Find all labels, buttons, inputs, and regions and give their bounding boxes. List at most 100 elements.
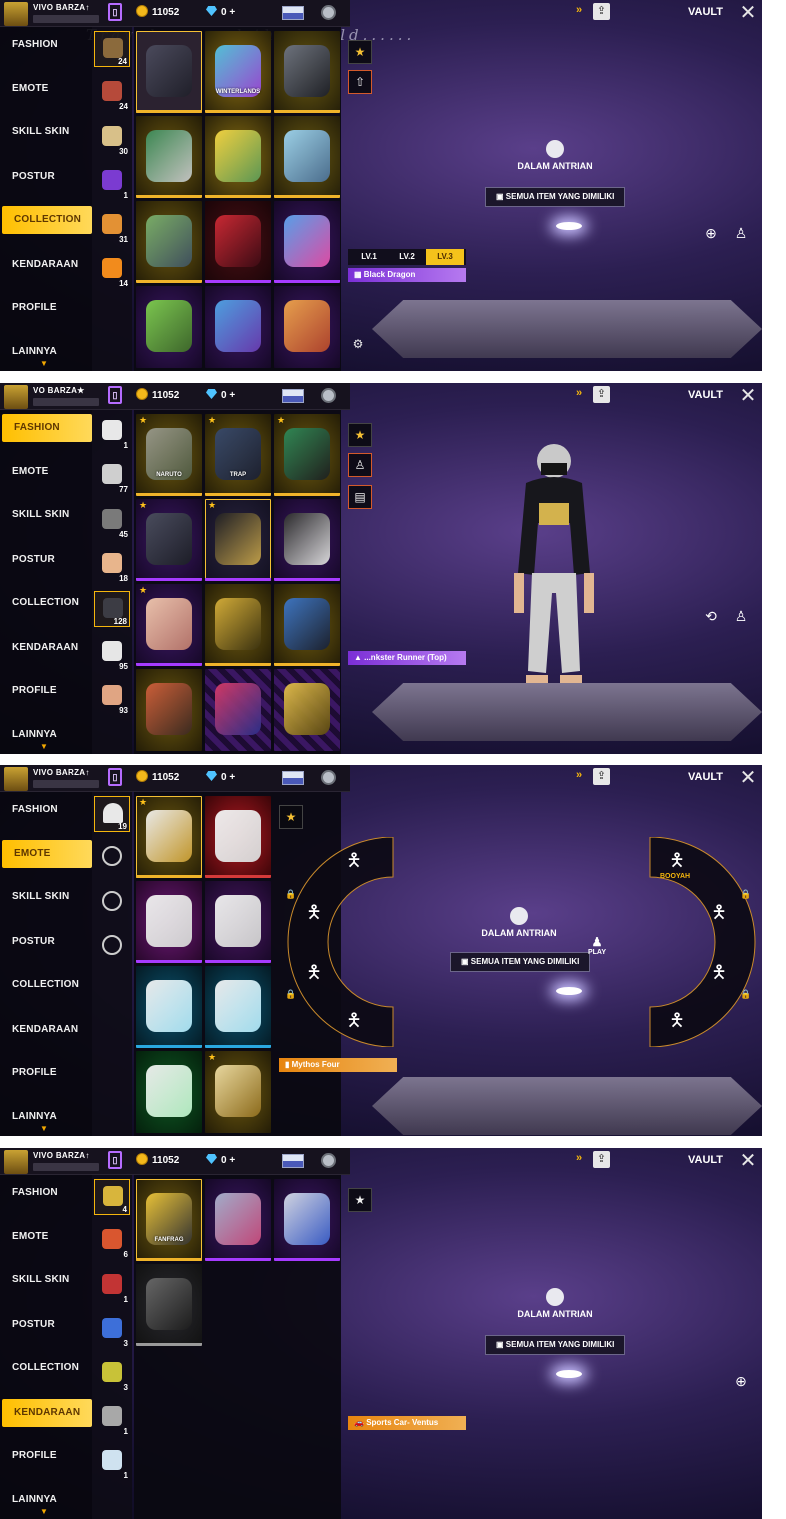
diamond-balance[interactable]: 0 + xyxy=(206,387,252,405)
character-view-icon[interactable]: ♙ xyxy=(730,222,752,244)
item-cell[interactable]: FANFRAG xyxy=(136,1179,202,1261)
fast-forward-icon[interactable]: » xyxy=(576,4,582,16)
subcategory-item[interactable]: 6 xyxy=(94,1223,130,1259)
chevron-down-icon[interactable]: ▼ xyxy=(40,742,48,751)
player-avatar[interactable] xyxy=(4,2,28,26)
flag-icon[interactable] xyxy=(282,771,304,785)
item-cell[interactable] xyxy=(205,584,271,666)
item-cell[interactable] xyxy=(274,31,340,113)
subcategory-item[interactable]: 1 xyxy=(94,414,130,450)
globe-icon[interactable] xyxy=(321,5,336,20)
nav-profile[interactable]: PROFILE xyxy=(0,677,92,705)
item-cell[interactable] xyxy=(274,1179,340,1261)
item-cell[interactable]: ★ xyxy=(136,796,202,878)
nav-fashion[interactable]: FASHION xyxy=(0,796,92,824)
nav-emote[interactable]: EMOTE xyxy=(0,1223,92,1251)
card-icon[interactable]: ▤ xyxy=(348,485,372,509)
settings-gear-icon[interactable]: ⚙ xyxy=(346,333,370,357)
wheel-slot[interactable]: 🯅 xyxy=(704,897,734,927)
close-icon[interactable]: ✕ xyxy=(736,1150,760,1174)
subcategory-item[interactable]: 45 xyxy=(94,503,130,539)
item-cell[interactable]: ★ xyxy=(274,414,340,496)
owned-items-filter[interactable]: ▣ SEMUA ITEM YANG DIMILIKI xyxy=(485,187,626,207)
subcategory-item[interactable]: 1 xyxy=(94,1268,130,1304)
diamond-balance[interactable]: 0 + xyxy=(206,769,252,787)
rotate-icon[interactable]: ⟲ xyxy=(700,605,722,627)
favorite-star-icon[interactable]: ★ xyxy=(348,423,372,447)
subcategory-item[interactable]: 1 xyxy=(94,1444,130,1480)
nav-skill-skin[interactable]: SKILL SKIN xyxy=(0,883,92,911)
upload-icon[interactable]: ⇧ xyxy=(348,70,372,94)
nav-collection[interactable]: COLLECTION xyxy=(0,1354,92,1382)
item-cell[interactable] xyxy=(205,796,271,878)
subcategory-item[interactable]: 3 xyxy=(94,1312,130,1348)
level-1-tab[interactable]: LV.1 xyxy=(350,249,388,265)
share-icon[interactable]: ⇪ xyxy=(593,1151,610,1168)
item-cell[interactable]: ★ xyxy=(205,499,271,581)
nav-emote[interactable]: EMOTE xyxy=(2,840,92,868)
elite-pass-icon[interactable]: ▯ xyxy=(108,3,122,21)
item-cell[interactable]: ★ xyxy=(136,584,202,666)
item-cell[interactable] xyxy=(136,116,202,198)
fast-forward-icon[interactable]: » xyxy=(576,769,582,781)
wheel-slot[interactable]: 🯅 xyxy=(339,845,369,875)
nav-kendaraan[interactable]: KENDARAAN xyxy=(0,251,92,279)
chevron-down-icon[interactable]: ▼ xyxy=(40,359,48,368)
level-3-tab[interactable]: LV.3 xyxy=(426,249,464,265)
nav-kendaraan[interactable]: KENDARAAN xyxy=(2,1399,92,1427)
diamond-balance[interactable]: 0 + xyxy=(206,4,252,22)
share-icon[interactable]: ⇪ xyxy=(593,768,610,785)
subcategory-item[interactable]: 1 xyxy=(94,164,130,200)
item-cell[interactable] xyxy=(205,966,271,1048)
subcategory-item[interactable] xyxy=(94,929,130,965)
gold-balance[interactable]: 11052 xyxy=(136,1152,206,1170)
wheel-slot[interactable]: 🯅 xyxy=(662,1005,692,1035)
item-cell[interactable] xyxy=(274,286,340,368)
share-icon[interactable]: ⇪ xyxy=(593,3,610,20)
subcategory-item[interactable]: 128 xyxy=(94,591,130,627)
nav-kendaraan[interactable]: KENDARAAN xyxy=(0,634,92,662)
subcategory-item[interactable]: 3 xyxy=(94,1356,130,1392)
nav-profile[interactable]: PROFILE xyxy=(0,1442,92,1470)
close-icon[interactable]: ✕ xyxy=(736,385,760,409)
nav-fashion[interactable]: FASHION xyxy=(0,1179,92,1207)
item-cell[interactable] xyxy=(136,881,202,963)
globe-icon[interactable] xyxy=(321,770,336,785)
item-cell[interactable]: ★ ТRAP xyxy=(205,414,271,496)
nav-fashion[interactable]: FASHION xyxy=(0,31,92,59)
item-cell[interactable] xyxy=(205,201,271,283)
nav-profile[interactable]: PROFILE xyxy=(0,1059,92,1087)
nav-collection[interactable]: COLLECTION xyxy=(2,206,92,234)
close-icon[interactable]: ✕ xyxy=(736,767,760,791)
fast-forward-icon[interactable]: » xyxy=(576,1152,582,1164)
nav-postur[interactable]: POSTUR xyxy=(0,163,92,191)
item-cell[interactable] xyxy=(274,669,340,751)
favorite-star-icon[interactable]: ★ xyxy=(348,40,372,64)
item-cell[interactable] xyxy=(136,1051,202,1133)
player-avatar[interactable] xyxy=(4,1150,28,1174)
nav-skill-skin[interactable]: SKILL SKIN xyxy=(0,118,92,146)
nav-profile[interactable]: PROFILE xyxy=(0,294,92,322)
player-avatar[interactable] xyxy=(4,385,28,409)
item-cell[interactable] xyxy=(205,669,271,751)
item-cell[interactable]: ★ xyxy=(136,499,202,581)
wheel-slot[interactable]: 🯅 xyxy=(339,1005,369,1035)
chevron-down-icon[interactable]: ▼ xyxy=(40,1124,48,1133)
nav-collection[interactable]: COLLECTION xyxy=(0,971,92,999)
nav-skill-skin[interactable]: SKILL SKIN xyxy=(0,501,92,529)
subcategory-item[interactable]: 18 xyxy=(94,547,130,583)
player-avatar[interactable] xyxy=(4,767,28,791)
subcategory-item[interactable]: 14 xyxy=(94,252,130,288)
wheel-slot[interactable]: 🯅 xyxy=(299,897,329,927)
zoom-in-icon[interactable]: ⊕ xyxy=(700,222,722,244)
globe-icon[interactable] xyxy=(321,1153,336,1168)
flag-icon[interactable] xyxy=(282,6,304,20)
favorite-star-icon[interactable]: ★ xyxy=(279,805,303,829)
wheel-slot[interactable]: 🯅 xyxy=(704,957,734,987)
subcategory-item[interactable]: 31 xyxy=(94,208,130,244)
item-cell[interactable] xyxy=(205,1179,271,1261)
item-cell[interactable] xyxy=(205,286,271,368)
elite-pass-icon[interactable]: ▯ xyxy=(108,386,122,404)
close-icon[interactable]: ✕ xyxy=(736,2,760,26)
subcategory-item[interactable] xyxy=(94,885,130,921)
